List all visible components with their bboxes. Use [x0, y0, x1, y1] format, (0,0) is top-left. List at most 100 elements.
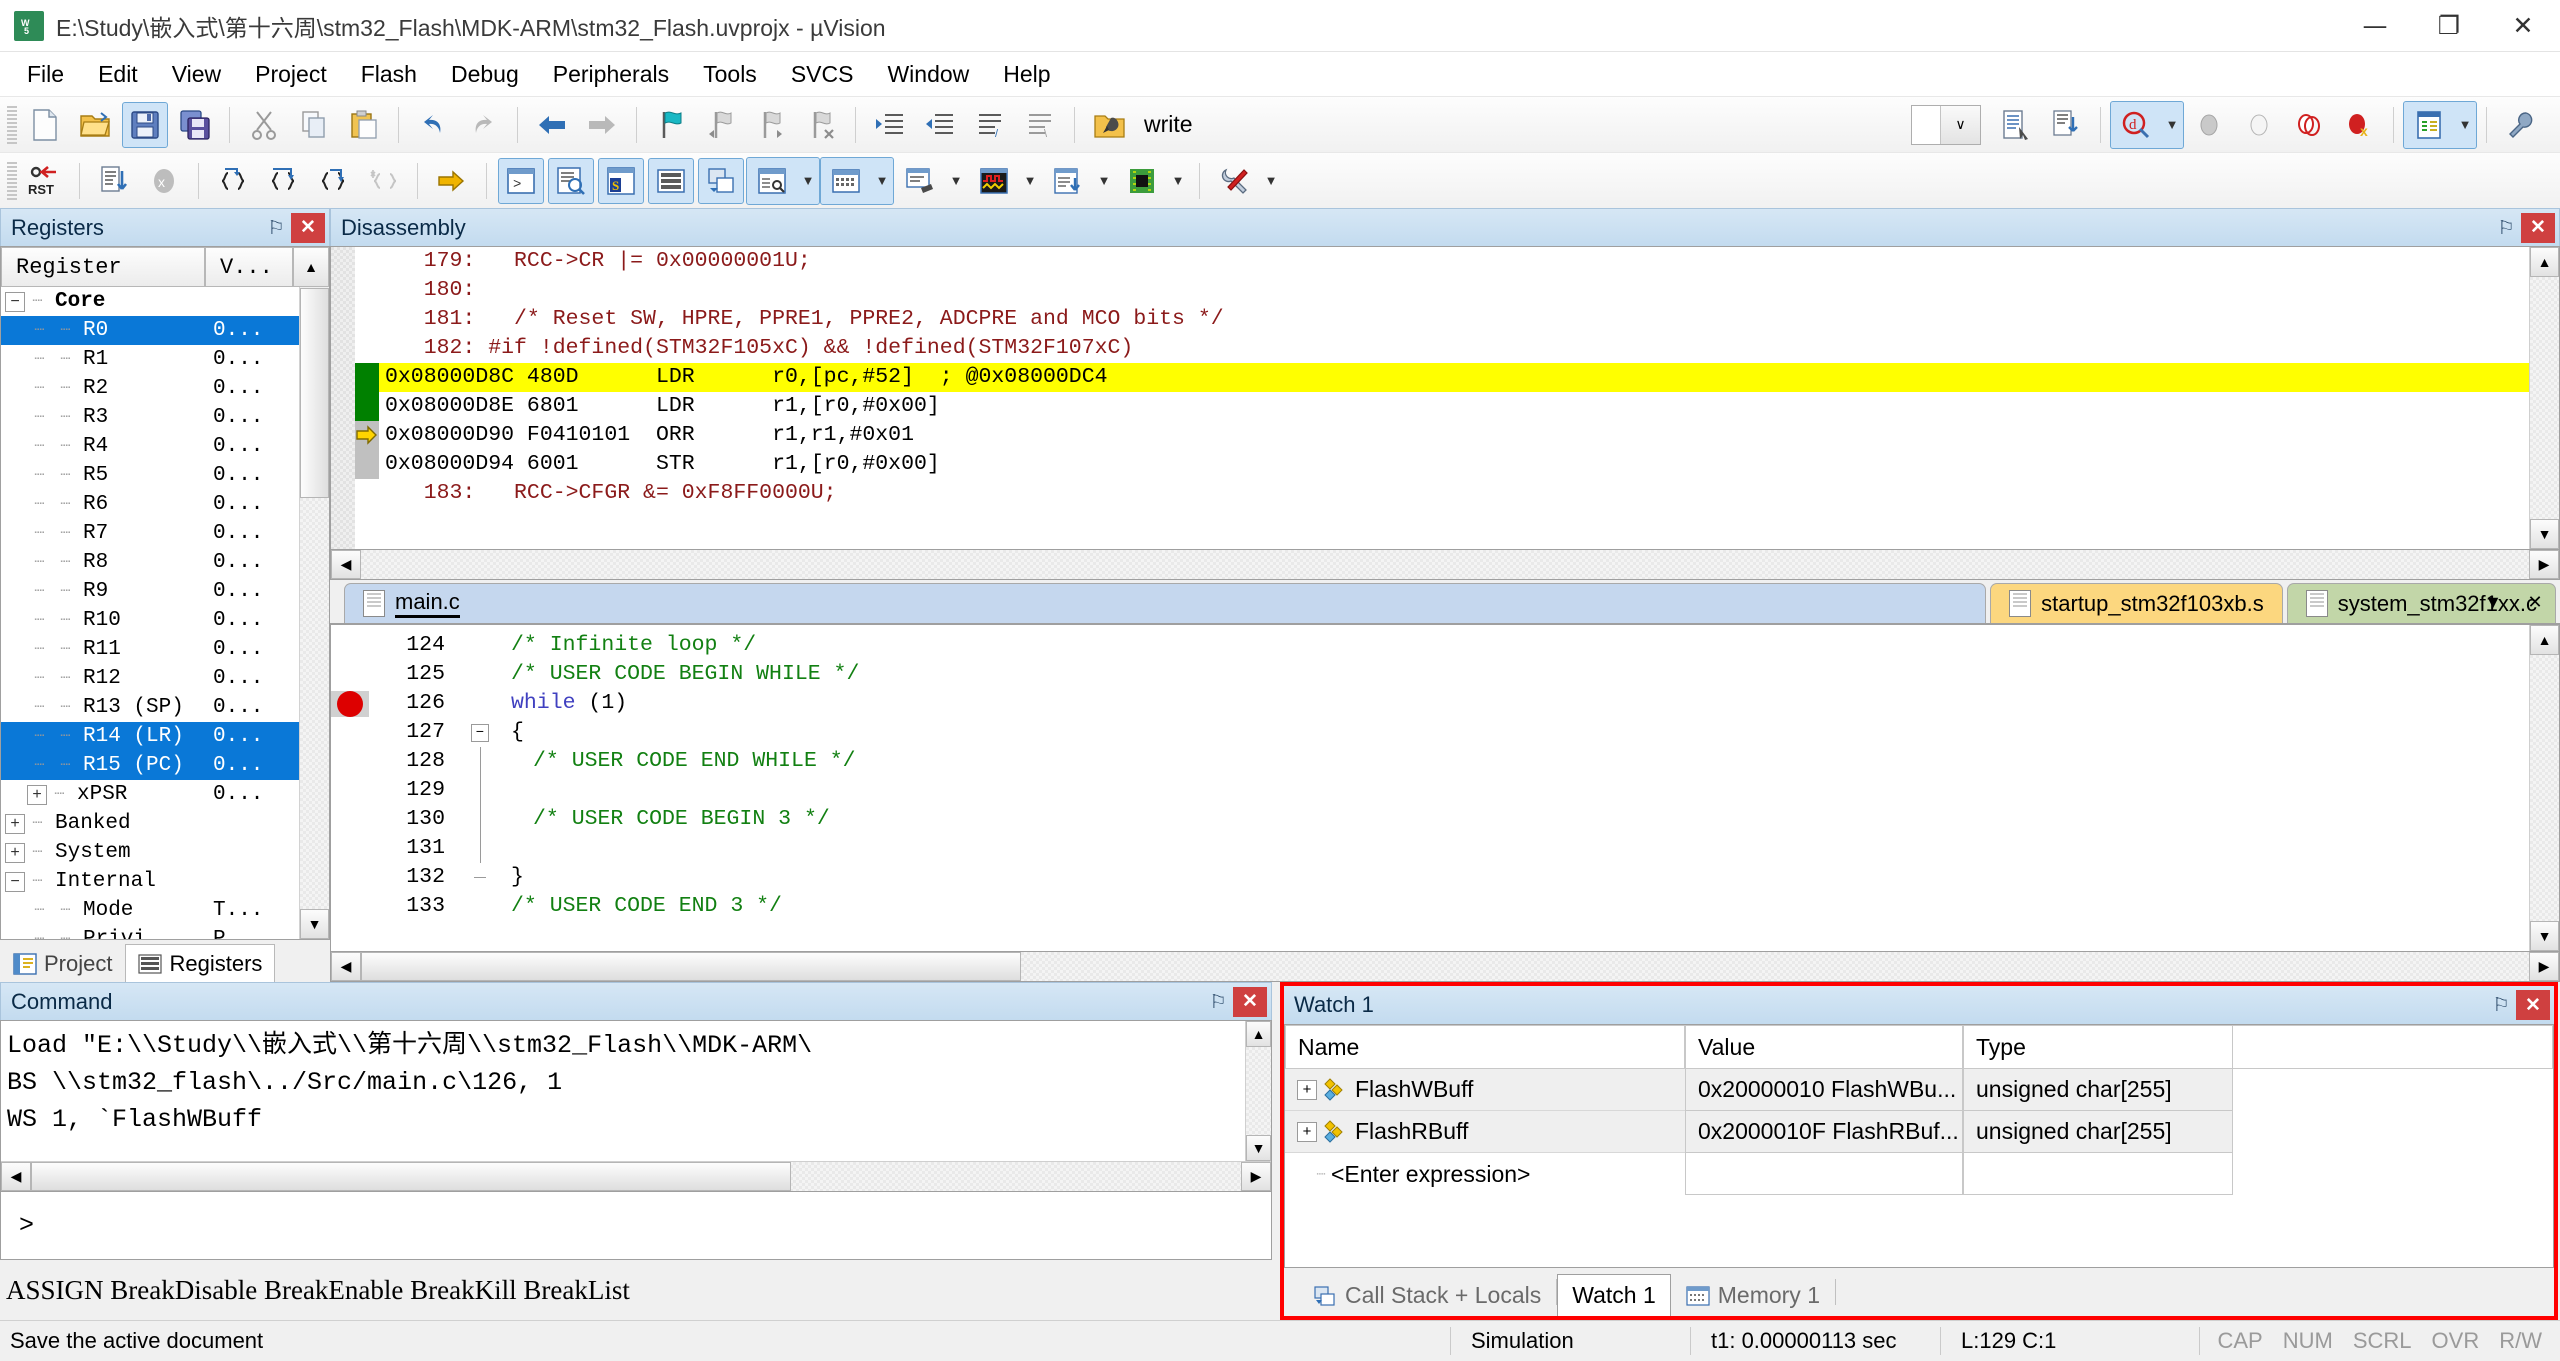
- run-icon[interactable]: [91, 158, 137, 204]
- register-row[interactable]: +┈Banked: [1, 809, 299, 838]
- start-debug-button[interactable]: d ▼: [2110, 101, 2184, 149]
- column-header-value[interactable]: V...: [205, 247, 293, 287]
- command-vertical-scrollbar[interactable]: ▲ ▼: [1245, 1021, 1271, 1161]
- sidebar-tab-registers[interactable]: Registers: [125, 944, 275, 982]
- disable-breakpoint-icon[interactable]: [2236, 102, 2282, 148]
- disassembly-horizontal-scrollbar[interactable]: ◀ ▶: [330, 550, 2560, 580]
- menu-debug[interactable]: Debug: [434, 57, 536, 92]
- registers-window-icon[interactable]: [648, 158, 694, 204]
- register-row[interactable]: ┈┈Privi...P...: [1, 925, 299, 939]
- editor-line[interactable]: 130/* USER CODE BEGIN 3 */: [331, 805, 2529, 834]
- watch-type-cell[interactable]: unsigned char[255]: [1963, 1069, 2233, 1111]
- scroll-right-button[interactable]: ▶: [1241, 1162, 1271, 1191]
- redo-icon[interactable]: [460, 102, 506, 148]
- kill-all-breakpoints-icon[interactable]: [2286, 102, 2332, 148]
- editor-vertical-scrollbar[interactable]: ▲ ▼: [2529, 625, 2559, 951]
- close-icon[interactable]: ✕: [2521, 213, 2555, 243]
- menu-svcs[interactable]: SVCS: [774, 57, 871, 92]
- scroll-down-button[interactable]: ▼: [300, 909, 329, 939]
- insert-breakpoint-icon[interactable]: [2186, 102, 2232, 148]
- trace-windows-button[interactable]: ▼: [1042, 157, 1116, 205]
- system-viewer-icon[interactable]: [1119, 158, 1165, 204]
- step-into-icon[interactable]: [210, 158, 256, 204]
- chevron-down-icon[interactable]: ▼: [2478, 587, 2508, 617]
- scroll-up-button[interactable]: ▲: [1246, 1021, 1271, 1047]
- bookmark-clear-icon[interactable]: [798, 102, 844, 148]
- editor-line[interactable]: 125/* USER CODE BEGIN WHILE */: [331, 660, 2529, 689]
- trace-windows-icon[interactable]: [1045, 158, 1091, 204]
- reset-cpu-icon[interactable]: RST: [22, 158, 68, 204]
- column-header-type[interactable]: Type: [1963, 1025, 2233, 1069]
- register-row[interactable]: ┈┈R90...: [1, 577, 299, 606]
- register-row[interactable]: −┈Internal: [1, 867, 299, 896]
- undo-icon[interactable]: [410, 102, 456, 148]
- analysis-windows-button[interactable]: ▼: [968, 157, 1042, 205]
- fold-collapse-icon[interactable]: −: [467, 724, 493, 742]
- configuration-wizard-icon[interactable]: [2498, 102, 2544, 148]
- toolbox-icon[interactable]: [1212, 158, 1258, 204]
- command-horizontal-scrollbar[interactable]: ◀ ▶: [1, 1161, 1271, 1191]
- toolbox-dropdown-icon[interactable]: ▼: [1260, 158, 1282, 204]
- disassembly-instruction-row[interactable]: 0x08000D8C 480D LDR r0,[pc,#52] ; @0x080…: [355, 363, 2529, 392]
- indent-icon[interactable]: [867, 102, 913, 148]
- manage-components-dropdown-icon[interactable]: ▼: [2454, 102, 2476, 148]
- scrollbar-track[interactable]: [2530, 277, 2559, 519]
- expand-icon[interactable]: +: [5, 814, 25, 834]
- serial-windows-button[interactable]: ▼: [894, 157, 968, 205]
- editor-line[interactable]: 128/* USER CODE END WHILE */: [331, 747, 2529, 776]
- system-viewer-dropdown-icon[interactable]: ▼: [1167, 158, 1189, 204]
- expand-icon[interactable]: +: [1297, 1080, 1317, 1100]
- step-over-icon[interactable]: [260, 158, 306, 204]
- disable-all-breakpoints-icon[interactable]: x: [2336, 102, 2382, 148]
- column-header-value[interactable]: Value: [1685, 1025, 1963, 1069]
- scrollbar-track[interactable]: [31, 1162, 1241, 1191]
- disassembly-source-row[interactable]: 181: /* Reset SW, HPRE, PPRE1, PPRE2, AD…: [355, 305, 2529, 334]
- scroll-up-button[interactable]: ▲: [293, 247, 329, 287]
- register-row[interactable]: ┈┈R40...: [1, 432, 299, 461]
- register-row[interactable]: ┈┈R14 (LR)0...: [1, 722, 299, 751]
- expand-icon[interactable]: +: [1297, 1122, 1317, 1142]
- scroll-left-button[interactable]: ◀: [331, 952, 361, 981]
- toolbox-button[interactable]: ▼: [1209, 157, 1283, 205]
- disassembly-instruction-row[interactable]: 0x08000D8E 6801 LDR r1,[r0,#0x00]: [355, 392, 2529, 421]
- register-row[interactable]: ┈┈R00...: [1, 316, 299, 345]
- watch-name-cell[interactable]: ┈<Enter expression>: [1285, 1153, 1685, 1195]
- editor-horizontal-scrollbar[interactable]: ◀ ▶: [330, 952, 2560, 982]
- scroll-down-button[interactable]: ▼: [2530, 519, 2559, 549]
- scroll-up-button[interactable]: ▲: [2530, 625, 2559, 655]
- menu-tools[interactable]: Tools: [686, 57, 774, 92]
- tab-main-c[interactable]: main.c: [344, 583, 1986, 623]
- save-icon[interactable]: [122, 102, 168, 148]
- register-row[interactable]: ┈┈R13 (SP)0...: [1, 693, 299, 722]
- pin-icon[interactable]: ⚐: [2491, 213, 2521, 243]
- open-file-icon[interactable]: [72, 102, 118, 148]
- trace-windows-dropdown-icon[interactable]: ▼: [1093, 158, 1115, 204]
- run-to-cursor-icon[interactable]: [360, 158, 406, 204]
- watch-row-list[interactable]: +FlashWBuff0x20000010 FlashWBu...unsigne…: [1285, 1069, 2553, 1195]
- new-file-icon[interactable]: [22, 102, 68, 148]
- bookmark-toggle-icon[interactable]: [648, 102, 694, 148]
- expand-icon[interactable]: +: [27, 785, 47, 805]
- pin-icon[interactable]: ⚐: [2486, 990, 2516, 1020]
- editor-line[interactable]: 133/* USER CODE END 3 */: [331, 892, 2529, 921]
- editor-line[interactable]: 124/* Infinite loop */: [331, 631, 2529, 660]
- disassembly-instruction-row[interactable]: 0x08000D94 6001 STR r1,[r0,#0x00]: [355, 450, 2529, 479]
- manage-components-icon[interactable]: [2406, 102, 2452, 148]
- disassembly-window-icon[interactable]: [548, 158, 594, 204]
- tab-watch-1[interactable]: Watch 1: [1557, 1274, 1671, 1316]
- watch-value-cell[interactable]: 0x2000010F FlashRBuf...: [1685, 1111, 1963, 1153]
- menu-project[interactable]: Project: [238, 57, 344, 92]
- editor-code-area[interactable]: 124/* Infinite loop */125/* USER CODE BE…: [330, 624, 2560, 952]
- register-row[interactable]: +┈xPSR0...: [1, 780, 299, 809]
- analysis-windows-dropdown-icon[interactable]: ▼: [1019, 158, 1041, 204]
- close-icon[interactable]: ✕: [2516, 990, 2550, 1020]
- disassembly-source-row[interactable]: 182: #if !defined(STM32F105xC) && !defin…: [355, 334, 2529, 363]
- target-options-icon[interactable]: [1086, 102, 1132, 148]
- manage-components-button[interactable]: ▼: [2403, 101, 2477, 149]
- serial-windows-dropdown-icon[interactable]: ▼: [945, 158, 967, 204]
- copy-icon[interactable]: [291, 102, 337, 148]
- watch-row[interactable]: ┈<Enter expression>: [1285, 1153, 2553, 1195]
- register-row[interactable]: ┈┈ModeT...: [1, 896, 299, 925]
- scroll-down-button[interactable]: ▼: [1246, 1135, 1271, 1161]
- disassembly-source-row[interactable]: 183: RCC->CFGR &= 0xF8FF0000U;: [355, 479, 2529, 508]
